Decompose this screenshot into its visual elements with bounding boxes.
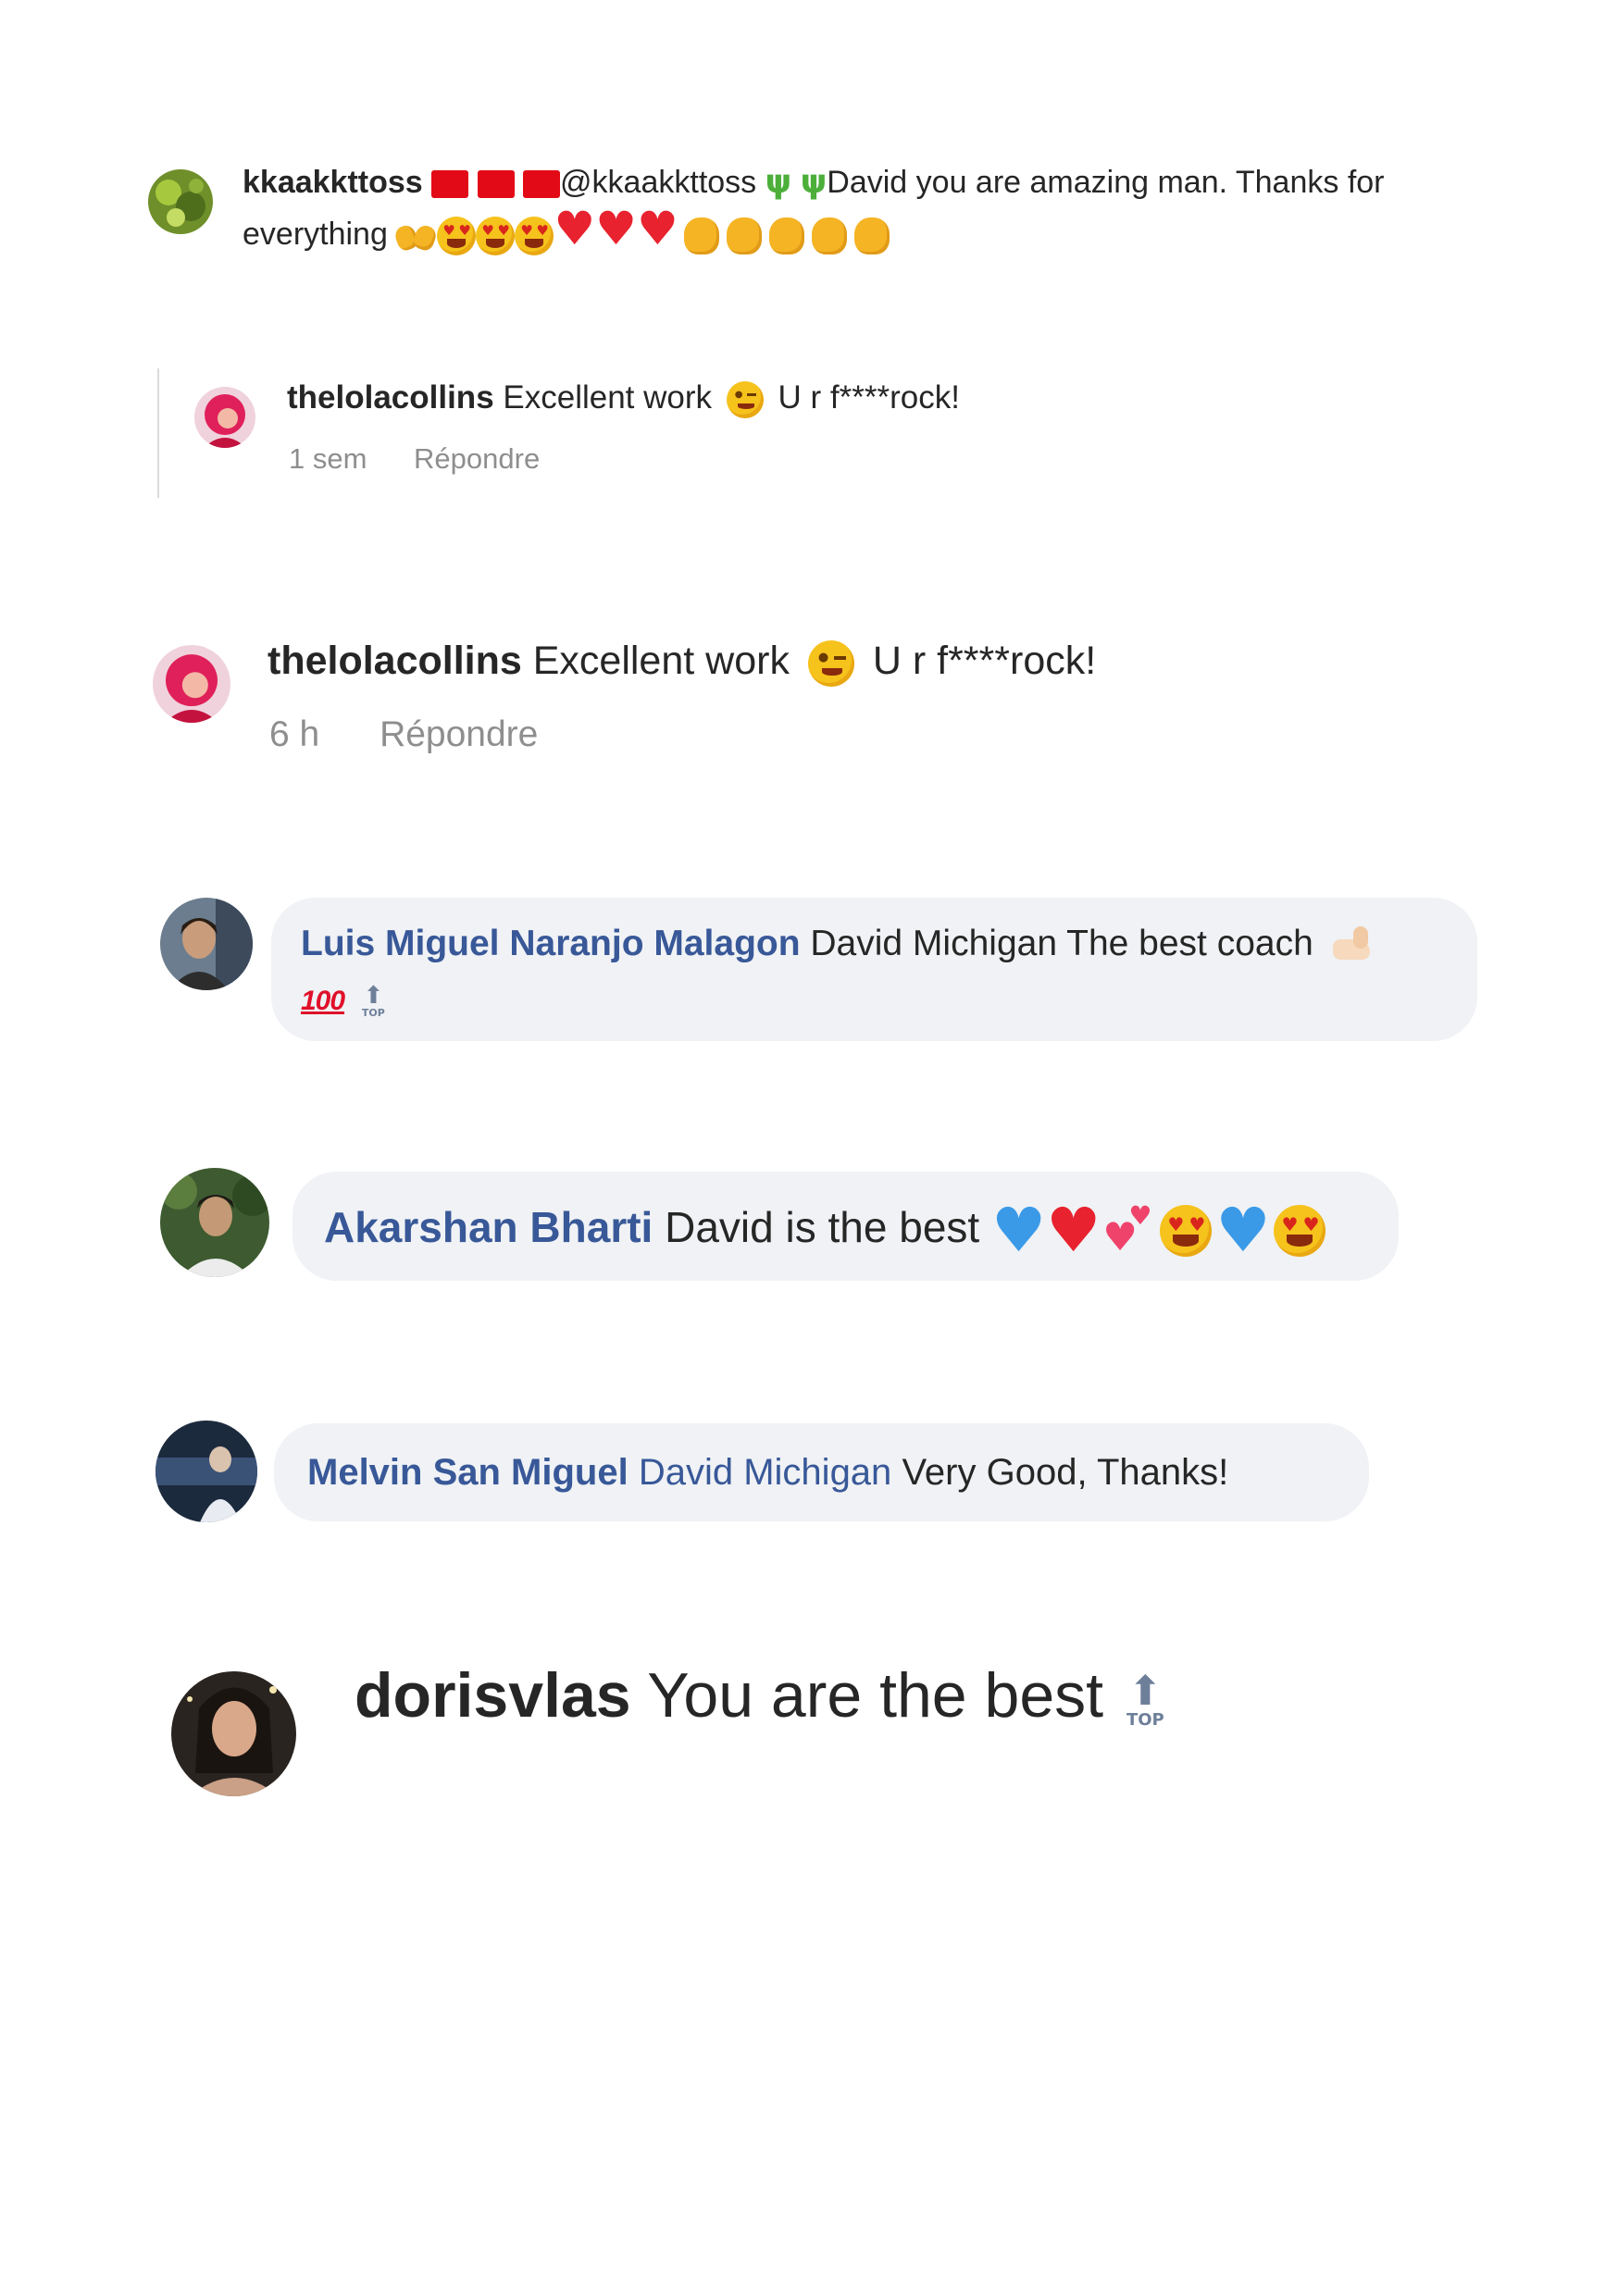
avatar-melvin-san-miguel[interactable] bbox=[156, 1421, 257, 1522]
comment-text: Very Good, Thanks! bbox=[902, 1452, 1229, 1493]
avatar-image bbox=[160, 898, 253, 990]
avatar-luis-miguel[interactable] bbox=[160, 898, 253, 990]
avatar-thelolacollins[interactable] bbox=[194, 387, 255, 448]
avatar-image bbox=[171, 1671, 296, 1796]
comment-melvin-san-miguel: Melvin San Miguel David Michigan Very Go… bbox=[307, 1446, 1228, 1499]
avatar-image bbox=[153, 645, 230, 723]
turkey-flag-icon bbox=[523, 170, 561, 199]
avatar-dorisvlas[interactable] bbox=[171, 1671, 296, 1796]
hundred-points-icon: 100 bbox=[301, 985, 345, 1016]
comment-text: U r f****rock! bbox=[872, 639, 1097, 683]
timestamp: 1 sem bbox=[289, 442, 367, 475]
thread-line bbox=[157, 368, 159, 498]
winking-face-icon: ● bbox=[726, 380, 764, 418]
red-heart-icon: ♥ bbox=[1046, 1194, 1101, 1266]
commenter-name[interactable]: Melvin San Miguel bbox=[307, 1452, 629, 1493]
comment-text: Excellent work bbox=[503, 379, 713, 416]
comment-thelolacollins-2: thelolacollins Excellent work ● U r f***… bbox=[268, 632, 1096, 689]
avatar-image bbox=[148, 169, 213, 234]
username[interactable]: kkaakkttoss bbox=[243, 165, 423, 200]
avatar-image bbox=[160, 1168, 269, 1277]
username[interactable]: thelolacollins bbox=[268, 639, 522, 683]
mention[interactable]: David Michigan bbox=[639, 1452, 891, 1493]
red-heart-icon: ♥ bbox=[595, 202, 637, 255]
clapping-hands-icon bbox=[768, 217, 804, 255]
avatar-image bbox=[156, 1421, 257, 1522]
winking-face-icon: ● bbox=[807, 639, 854, 687]
heart-eyes-icon: ♥ ♥ bbox=[476, 217, 516, 256]
top-arrow-icon: ⬆ TOP bbox=[361, 982, 385, 1020]
username[interactable]: thelolacollins bbox=[287, 379, 494, 416]
comment-text: David Michigan The best coach bbox=[810, 924, 1313, 963]
cactus-icon: ψ bbox=[765, 163, 792, 201]
reply-button[interactable]: Répondre bbox=[380, 714, 538, 754]
timestamp: 6 h bbox=[269, 714, 320, 754]
heart-eyes-icon: ♥ ♥ bbox=[437, 217, 477, 256]
avatar-akarshan-bharti[interactable] bbox=[160, 1168, 269, 1277]
comment-kkaakkttoss: kkaakkttoss @kkaakkttoss ψ ψDavid you ar… bbox=[243, 159, 1501, 257]
cactus-icon: ψ bbox=[800, 163, 828, 201]
mention[interactable]: @kkaakkttoss bbox=[560, 165, 756, 200]
turkey-flag-icon bbox=[431, 170, 469, 199]
red-heart-icon: ♥ bbox=[554, 202, 596, 255]
clapping-hands-icon bbox=[683, 217, 719, 255]
commenter-name[interactable]: Luis Miguel Naranjo Malagon bbox=[301, 924, 801, 963]
comment-thelolacollins-1: thelolacollins Excellent work ● U r f***… bbox=[287, 375, 960, 421]
reply-button[interactable]: Répondre bbox=[414, 442, 540, 475]
heart-eyes-icon: ♥ ♥ bbox=[1274, 1204, 1326, 1257]
blue-heart-icon: ♥ bbox=[1215, 1194, 1271, 1266]
comment-meta: 1 sem Répondre bbox=[289, 442, 540, 476]
comment-line-2: everything ♥ ♥ ♥ ♥ ♥ ♥ ♥♥♥ bbox=[243, 205, 1501, 257]
clapping-hands-icon bbox=[726, 217, 762, 255]
clapping-hands-icon bbox=[853, 217, 890, 255]
heart-eyes-icon: ♥ ♥ bbox=[1160, 1204, 1213, 1257]
avatar-thelolacollins[interactable] bbox=[153, 645, 230, 723]
username[interactable]: dorisvlas bbox=[355, 1660, 631, 1731]
heart-eyes-icon: ♥ ♥ bbox=[515, 217, 554, 256]
comment-meta: 6 h Répondre bbox=[269, 714, 538, 755]
comment-akarshan-bharti: Akarshan Bharti David is the best ♥♥ ♥ ♥… bbox=[324, 1198, 1326, 1261]
two-hearts-icon: ♥ ♥ bbox=[1102, 1199, 1152, 1260]
comment-text: U r f****rock! bbox=[778, 379, 960, 416]
comment-text: everything bbox=[243, 217, 388, 252]
comment-text: Excellent work bbox=[532, 639, 790, 683]
turkey-flag-icon bbox=[477, 170, 515, 199]
comment-luis-miguel: Luis Miguel Naranjo Malagon David Michig… bbox=[301, 916, 1467, 1024]
avatar-image bbox=[194, 387, 255, 448]
comment-dorisvlas: dorisvlas You are the best ⬆ TOP bbox=[355, 1649, 1164, 1742]
blue-heart-icon: ♥ bbox=[990, 1194, 1047, 1266]
top-arrow-icon: ⬆ TOP bbox=[1126, 1668, 1164, 1731]
raising-hands-icon bbox=[392, 220, 440, 253]
flexed-biceps-icon bbox=[1329, 925, 1375, 967]
clapping-hands-icon bbox=[811, 217, 847, 255]
commenter-name[interactable]: Akarshan Bharti bbox=[324, 1203, 653, 1251]
comment-text: David you are amazing man. Thanks for bbox=[827, 165, 1385, 200]
comment-text: David is the best bbox=[665, 1203, 980, 1251]
comment-line-1: kkaakkttoss @kkaakkttoss ψ ψDavid you ar… bbox=[243, 159, 1501, 205]
avatar-kkaakkttoss[interactable] bbox=[148, 169, 213, 234]
red-heart-icon: ♥ bbox=[636, 202, 678, 255]
comment-text: You are the best bbox=[647, 1660, 1104, 1731]
